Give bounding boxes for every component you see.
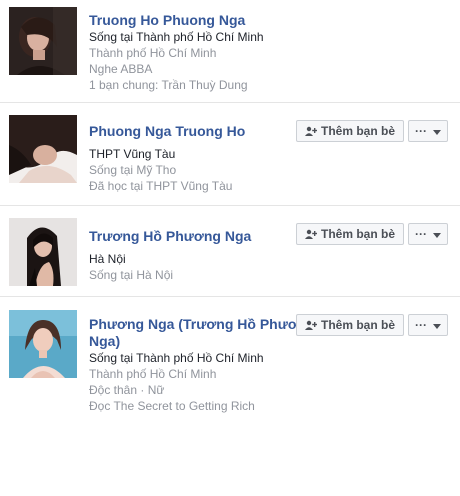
result-row: Trương Hồ Phương Nga Hà Nội Sống tại Hà … <box>0 206 460 297</box>
lives-in-text: Sống tại Thành phố Hồ Chí Minh <box>89 30 264 44</box>
ellipsis-icon: ··· <box>415 318 427 332</box>
profile-photo[interactable] <box>9 310 77 378</box>
ellipsis-icon: ··· <box>415 124 427 138</box>
add-friend-button[interactable]: Thêm bạn bè <box>295 223 404 245</box>
more-options-button[interactable]: ··· <box>408 314 448 336</box>
chevron-down-icon <box>433 318 441 332</box>
reads-text: Đọc The Secret to Getting Rich <box>89 399 255 413</box>
add-friend-label: Thêm bạn bè <box>320 318 395 332</box>
add-friend-label: Thêm bạn bè <box>320 124 395 138</box>
profile-photo[interactable] <box>9 218 77 286</box>
add-friend-button[interactable]: Thêm bạn bè <box>295 314 404 336</box>
profile-name-link[interactable]: Trương Hồ Phương Nga <box>89 228 320 245</box>
lives-in-text: Sống tại Thành phố Hồ Chí Minh <box>89 351 264 365</box>
result-row: Phuong Nga Truong Ho THPT Vũng Tàu Sống … <box>0 103 460 206</box>
lives-in-text: Sống tại Hà Nội <box>89 268 174 282</box>
chevron-down-icon <box>433 227 441 241</box>
mutual-friends-text: 1 bạn chung: Trần Thuỳ Dung <box>89 78 248 92</box>
profile-name-link[interactable]: Truong Ho Phuong Nga <box>89 12 440 29</box>
studied-at-text: Đã học tại THPT Vũng Tàu <box>89 179 233 193</box>
hometown-text: Thành phố Hồ Chí Minh <box>89 46 217 60</box>
chevron-down-icon <box>433 124 441 138</box>
more-options-button[interactable]: ··· <box>408 223 448 245</box>
add-friend-icon <box>304 126 317 136</box>
relationship-gender-text: Độc thân · Nữ <box>89 383 165 397</box>
result-row: Truong Ho Phuong Nga Sống tại Thành phố … <box>0 0 460 103</box>
search-results-list: Truong Ho Phuong Nga Sống tại Thành phố … <box>0 0 460 421</box>
profile-name-link[interactable]: Phương Nga (Trương Hồ Phương Nga) <box>89 316 320 350</box>
hometown-text: Thành phố Hồ Chí Minh <box>89 367 217 381</box>
lives-in-text: Sống tại Mỹ Tho <box>89 163 177 177</box>
add-friend-button[interactable]: Thêm bạn bè <box>295 120 404 142</box>
add-friend-icon <box>304 320 317 330</box>
add-friend-icon <box>304 229 317 239</box>
profile-photo[interactable] <box>9 7 77 75</box>
likes-text: Nghe ABBA <box>89 62 153 76</box>
more-options-button[interactable]: ··· <box>408 120 448 142</box>
result-row: Phương Nga (Trương Hồ Phương Nga) Sống t… <box>0 297 460 421</box>
profile-name-link[interactable]: Phuong Nga Truong Ho <box>89 123 320 140</box>
school-text: THPT Vũng Tàu <box>89 147 176 161</box>
add-friend-label: Thêm bạn bè <box>320 227 395 241</box>
profile-photo[interactable] <box>9 115 77 183</box>
location-text: Hà Nội <box>89 252 126 266</box>
ellipsis-icon: ··· <box>415 227 427 241</box>
